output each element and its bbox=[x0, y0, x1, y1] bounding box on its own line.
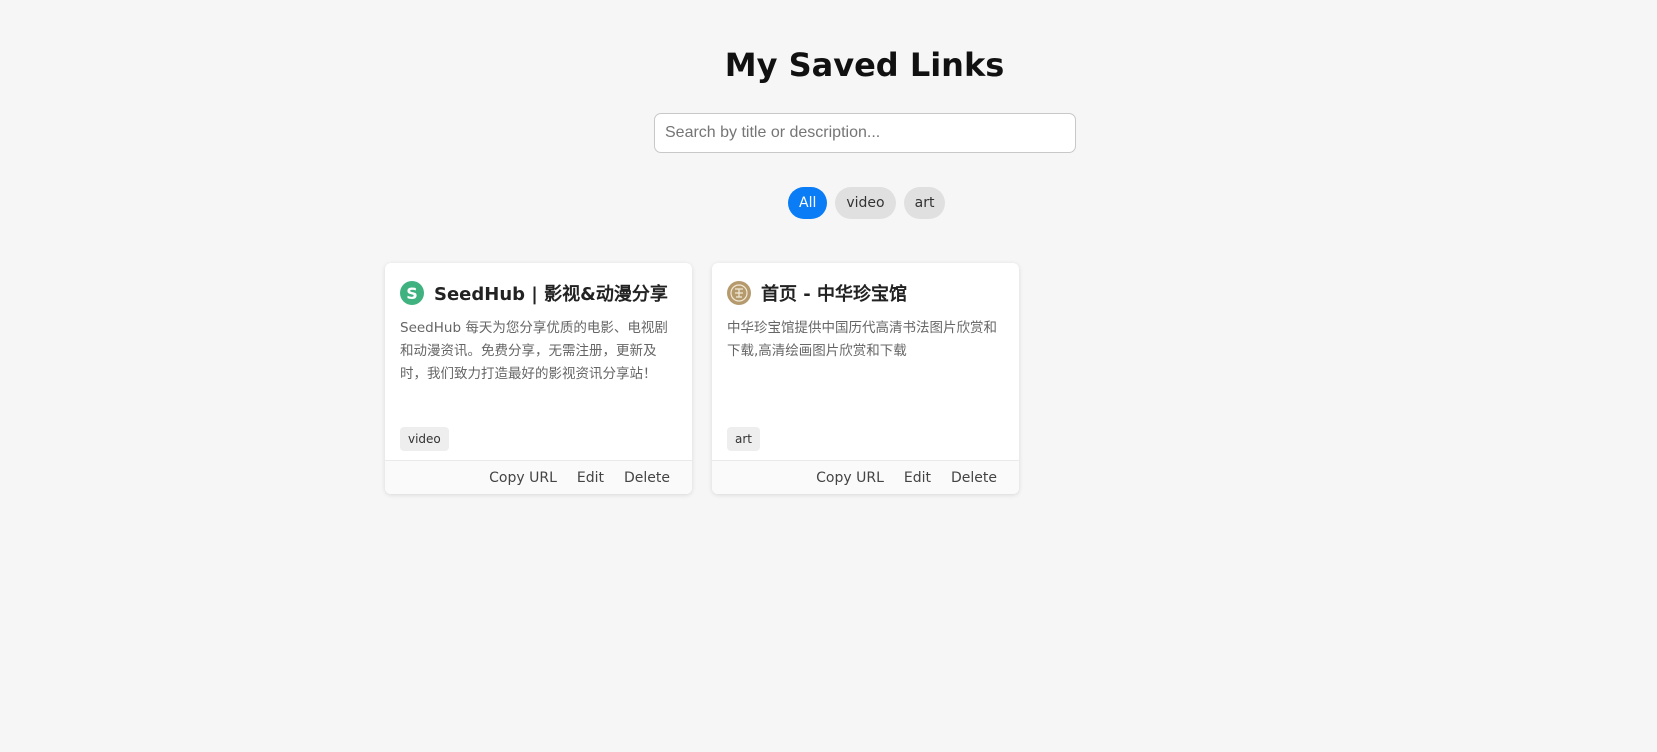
copy-url-button[interactable]: Copy URL bbox=[806, 470, 894, 486]
search-input[interactable] bbox=[654, 113, 1076, 153]
edit-button[interactable]: Edit bbox=[894, 470, 941, 486]
filter-chip-all[interactable]: All bbox=[788, 187, 828, 219]
page-title: My Saved Links bbox=[724, 46, 1005, 84]
card-tag: video bbox=[400, 427, 449, 451]
link-card: S SeedHub | 影视&动漫分享 SeedHub 每天为您分享优质的电影、… bbox=[385, 263, 692, 494]
filter-chip-art[interactable]: art bbox=[903, 187, 946, 219]
card-title: SeedHub | 影视&动漫分享 bbox=[434, 284, 668, 305]
card-description: 中华珍宝馆提供中国历代高清书法图片欣赏和下载,高清绘画图片欣赏和下载 bbox=[727, 320, 997, 359]
delete-button[interactable]: Delete bbox=[941, 470, 1007, 486]
copy-url-button[interactable]: Copy URL bbox=[479, 470, 567, 486]
card-description: SeedHub 每天为您分享优质的电影、电视剧和动漫资讯。免费分享，无需注册，更… bbox=[400, 320, 668, 382]
card-header: 首页 - 中华珍宝馆 bbox=[727, 280, 1004, 306]
seal-icon bbox=[727, 281, 751, 305]
card-tag: art bbox=[727, 427, 760, 451]
delete-button[interactable]: Delete bbox=[614, 470, 680, 486]
link-card: 首页 - 中华珍宝馆 中华珍宝馆提供中国历代高清书法图片欣赏和下载,高清绘画图片… bbox=[712, 263, 1019, 494]
tag-filter-bar: All video art bbox=[788, 187, 946, 219]
card-header: S SeedHub | 影视&动漫分享 bbox=[400, 280, 677, 306]
card-title: 首页 - 中华珍宝馆 bbox=[761, 284, 908, 305]
edit-button[interactable]: Edit bbox=[567, 470, 614, 486]
card-actions: Copy URL Edit Delete bbox=[385, 460, 692, 494]
favicon-icon: S bbox=[400, 281, 424, 305]
card-actions: Copy URL Edit Delete bbox=[712, 460, 1019, 494]
filter-chip-video[interactable]: video bbox=[835, 187, 896, 219]
